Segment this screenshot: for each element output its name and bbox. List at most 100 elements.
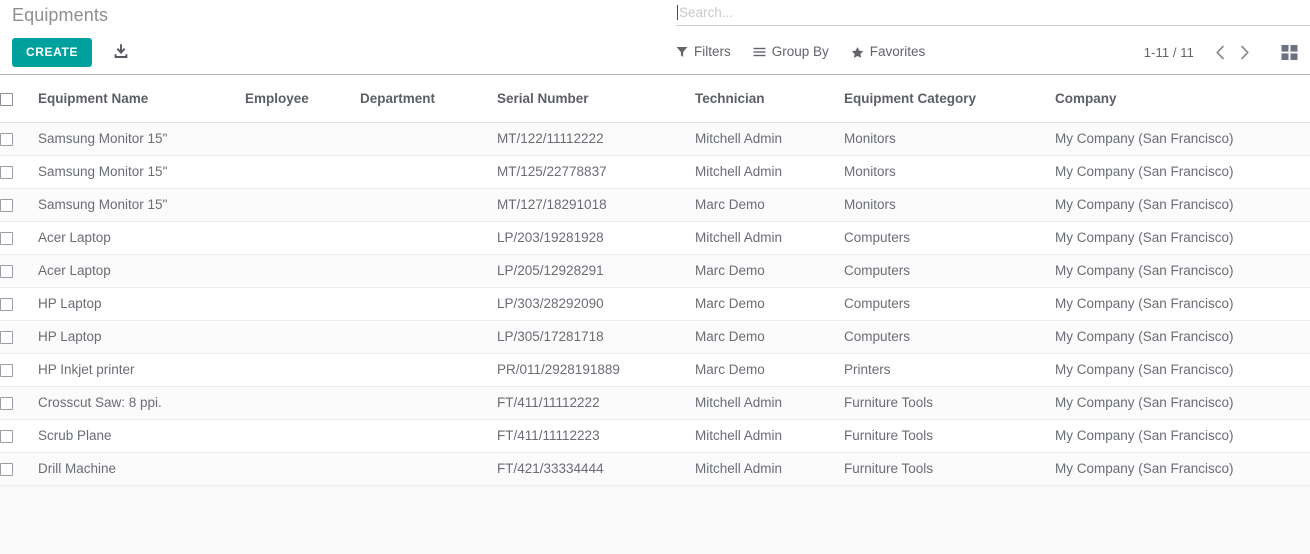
cell-employee bbox=[245, 386, 360, 420]
row-select-cell bbox=[0, 155, 38, 189]
column-header-employee[interactable]: Employee bbox=[245, 75, 360, 123]
page-title: Equipments bbox=[12, 5, 109, 25]
cell-company: My Company (San Francisco) bbox=[1055, 155, 1310, 189]
column-header-department[interactable]: Department bbox=[360, 75, 497, 123]
cell-company: My Company (San Francisco) bbox=[1055, 353, 1310, 387]
cell-technician: Marc Demo bbox=[695, 287, 844, 321]
row-select-cell bbox=[0, 452, 38, 486]
cell-department bbox=[360, 452, 497, 486]
column-header-equipment-name[interactable]: Equipment Name bbox=[38, 75, 245, 123]
select-all-checkbox[interactable] bbox=[0, 92, 13, 106]
cell-serial-number: MT/127/18291018 bbox=[497, 188, 695, 222]
row-checkbox[interactable] bbox=[0, 429, 13, 443]
filters-label: Filters bbox=[694, 44, 731, 59]
cell-employee bbox=[245, 320, 360, 354]
table-row[interactable]: Scrub Plane FT/411/11112223 Mitchell Admin… bbox=[0, 419, 1310, 453]
table-row[interactable]: Samsung Monitor 15" MT/125/22778837 Mitche… bbox=[0, 155, 1310, 189]
row-select-cell bbox=[0, 419, 38, 453]
cell-technician: Marc Demo bbox=[695, 188, 844, 222]
table-row[interactable]: Samsung Monitor 15" MT/127/18291018 Marc D… bbox=[0, 188, 1310, 222]
row-checkbox[interactable] bbox=[0, 297, 13, 311]
cell-serial-number: LP/203/19281928 bbox=[497, 221, 695, 255]
cell-employee bbox=[245, 155, 360, 189]
cell-equipment-name: HP Laptop bbox=[38, 320, 245, 354]
select-all-header bbox=[0, 75, 38, 123]
search-input-placeholder[interactable]: Search... bbox=[678, 4, 733, 22]
search-view[interactable]: Search... bbox=[676, 0, 1310, 26]
cell-department bbox=[360, 122, 497, 156]
filters-button[interactable]: Filters bbox=[676, 44, 731, 60]
cell-technician: Marc Demo bbox=[695, 320, 844, 354]
cell-department bbox=[360, 386, 497, 420]
row-checkbox[interactable] bbox=[0, 231, 13, 245]
column-header-serial-number[interactable]: Serial Number bbox=[497, 75, 695, 123]
grid-view-icon[interactable] bbox=[1278, 41, 1300, 63]
table-row[interactable]: Crosscut Saw: 8 ppi. FT/411/11112222 Mitch… bbox=[0, 386, 1310, 420]
cell-technician: Marc Demo bbox=[695, 254, 844, 288]
cell-equipment-name: Drill Machine bbox=[38, 452, 245, 486]
column-header-company[interactable]: Company bbox=[1055, 75, 1310, 123]
cell-department bbox=[360, 155, 497, 189]
equipment-table: Equipment Name Employee Department Seria… bbox=[0, 75, 1310, 486]
row-checkbox[interactable] bbox=[0, 165, 13, 179]
chevron-right-icon[interactable] bbox=[1232, 40, 1256, 64]
table-header-row: Equipment Name Employee Department Seria… bbox=[0, 75, 1310, 123]
table-row[interactable]: Acer Laptop LP/203/19281928 Mitchell Admin… bbox=[0, 221, 1310, 255]
cell-serial-number: MT/125/22778837 bbox=[497, 155, 695, 189]
list-content: Equipment Name Employee Department Seria… bbox=[0, 75, 1310, 554]
table-row[interactable]: Samsung Monitor 15" MT/122/11112222 Mitche… bbox=[0, 122, 1310, 156]
column-header-technician[interactable]: Technician bbox=[695, 75, 844, 123]
chevron-left-icon[interactable] bbox=[1208, 40, 1232, 64]
cell-department bbox=[360, 353, 497, 387]
row-checkbox[interactable] bbox=[0, 330, 13, 344]
cell-employee bbox=[245, 452, 360, 486]
cell-department bbox=[360, 287, 497, 321]
cell-employee bbox=[245, 122, 360, 156]
cell-department bbox=[360, 188, 497, 222]
cell-equipment-name: Samsung Monitor 15" bbox=[38, 188, 245, 222]
create-button[interactable]: CREATE bbox=[12, 37, 93, 67]
table-row[interactable]: HP Laptop LP/305/17281718 Marc Demo Compute… bbox=[0, 320, 1310, 354]
cell-technician: Marc Demo bbox=[695, 353, 844, 387]
row-select-cell bbox=[0, 254, 38, 288]
cell-equipment-name: Crosscut Saw: 8 ppi. bbox=[38, 386, 245, 420]
cell-employee bbox=[245, 254, 360, 288]
breadcrumb: Equipments bbox=[0, 0, 108, 26]
row-checkbox[interactable] bbox=[0, 264, 13, 278]
favorites-label: Favorites bbox=[869, 44, 926, 59]
group-by-button[interactable]: Group By bbox=[753, 44, 829, 60]
row-checkbox[interactable] bbox=[0, 363, 13, 377]
row-select-cell bbox=[0, 122, 38, 156]
cell-company: My Company (San Francisco) bbox=[1055, 419, 1310, 453]
row-checkbox[interactable] bbox=[0, 198, 13, 212]
cell-company: My Company (San Francisco) bbox=[1055, 221, 1310, 255]
cell-department bbox=[360, 254, 497, 288]
cell-company: My Company (San Francisco) bbox=[1055, 386, 1310, 420]
pager-count[interactable]: 1-11 / 11 bbox=[1144, 45, 1194, 60]
download-icon[interactable] bbox=[110, 41, 132, 63]
row-checkbox[interactable] bbox=[0, 462, 13, 476]
cell-serial-number: FT/411/11112223 bbox=[497, 419, 695, 453]
control-panel-bottom-row: CREATE Filters Group By Favorites 1-11 /… bbox=[0, 30, 1310, 74]
cell-employee bbox=[245, 353, 360, 387]
row-checkbox[interactable] bbox=[0, 396, 13, 410]
row-checkbox[interactable] bbox=[0, 132, 13, 146]
table-row[interactable]: Drill Machine FT/421/33334444 Mitchell Adm… bbox=[0, 452, 1310, 486]
pager: 1-11 / 11 bbox=[1144, 40, 1300, 64]
group-by-label: Group By bbox=[771, 44, 829, 59]
table-row[interactable]: HP Laptop LP/303/28292090 Marc Demo Compute… bbox=[0, 287, 1310, 321]
cell-company: My Company (San Francisco) bbox=[1055, 188, 1310, 222]
cell-employee bbox=[245, 221, 360, 255]
table-header: Equipment Name Employee Department Seria… bbox=[0, 75, 1310, 123]
favorites-button[interactable]: Favorites bbox=[851, 44, 926, 60]
table-row[interactable]: Acer Laptop LP/205/12928291 Marc Demo Compu… bbox=[0, 254, 1310, 288]
table-row[interactable]: HP Inkjet printer PR/011/2928191889 Marc D… bbox=[0, 353, 1310, 387]
column-header-equipment-category[interactable]: Equipment Category bbox=[844, 75, 1055, 123]
cell-company: My Company (San Francisco) bbox=[1055, 320, 1310, 354]
filters-toolbar: Filters Group By Favorites bbox=[676, 44, 925, 60]
empty-area bbox=[0, 485, 1310, 554]
cell-technician: Mitchell Admin bbox=[695, 452, 844, 486]
cell-equipment-category: Furniture Tools bbox=[844, 386, 1055, 420]
cell-equipment-name: Samsung Monitor 15" bbox=[38, 122, 245, 156]
cell-employee bbox=[245, 188, 360, 222]
